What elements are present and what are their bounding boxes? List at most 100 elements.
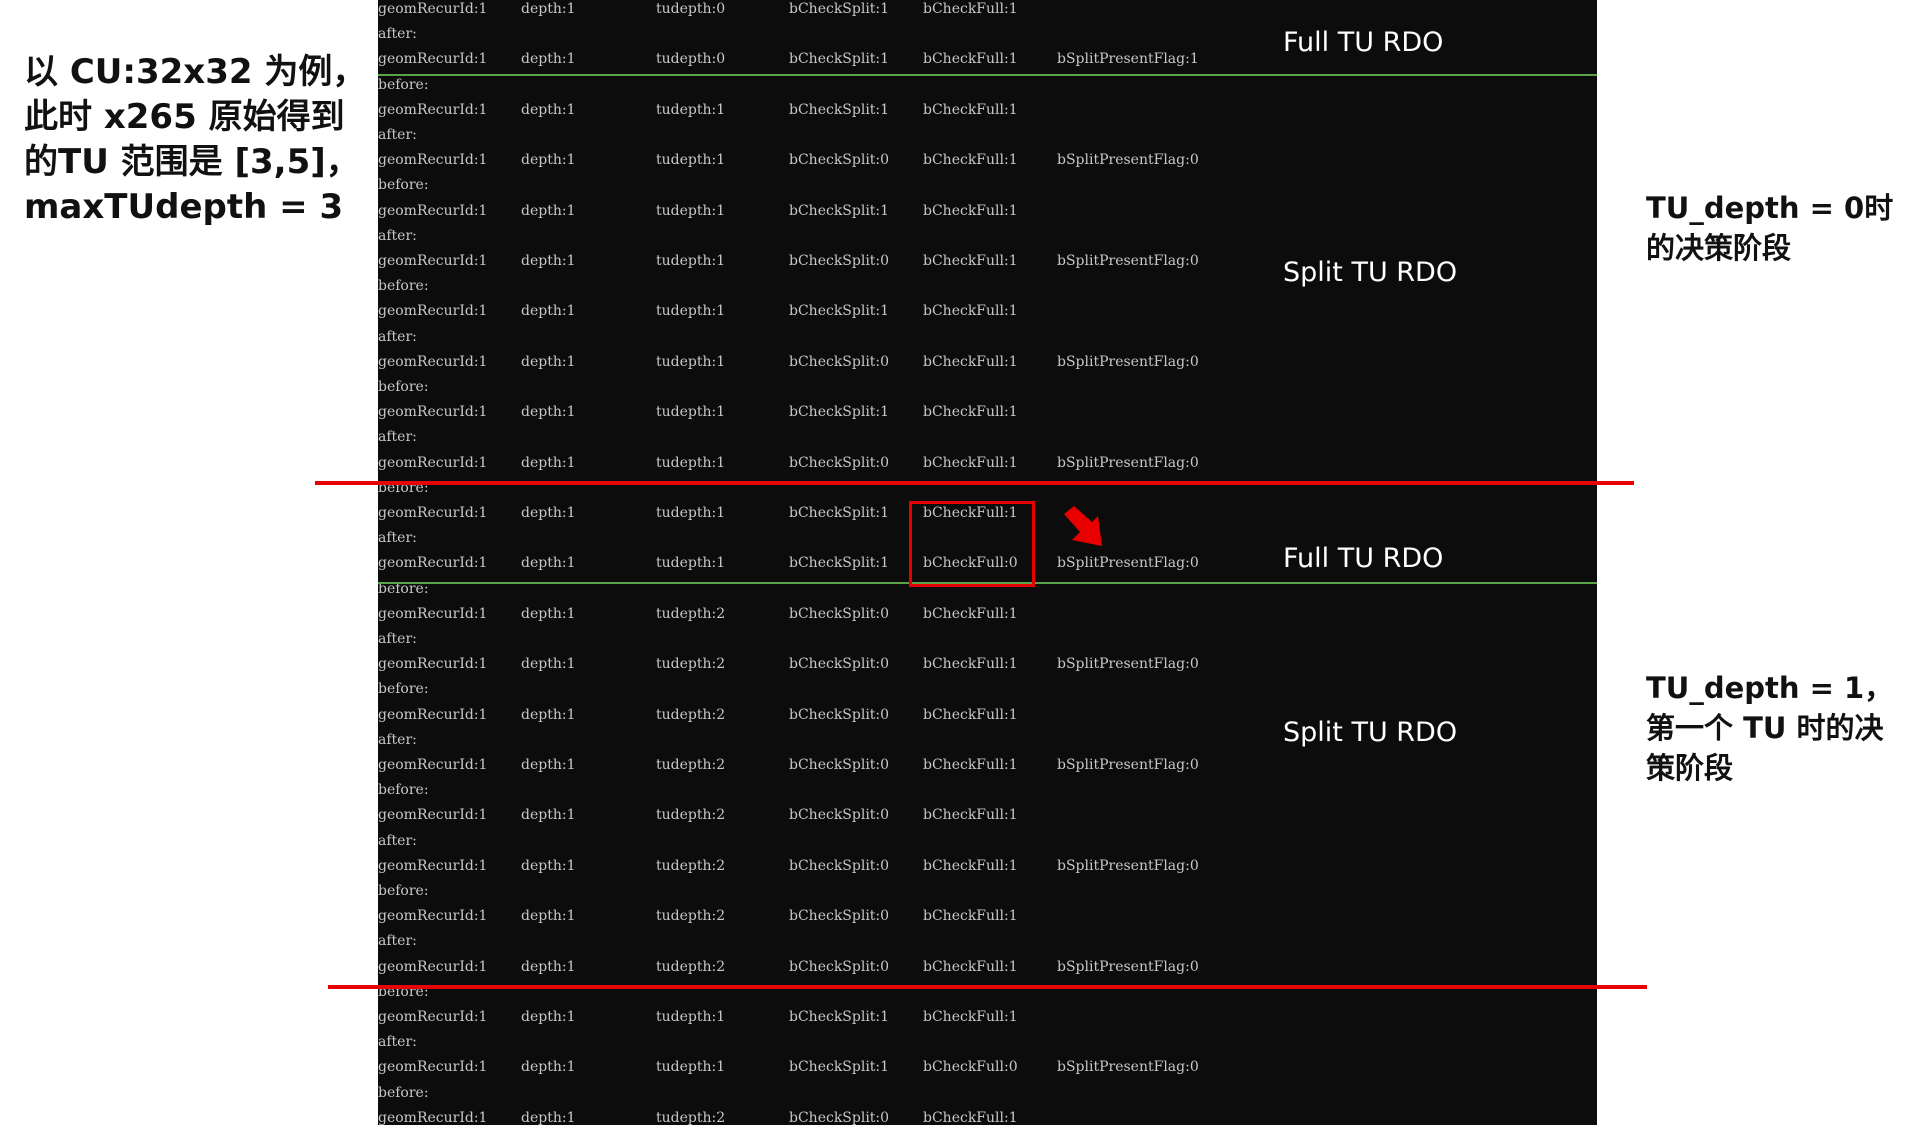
log-field-label: geomRecurId:1 bbox=[378, 303, 488, 320]
log-field-label: after: bbox=[378, 1034, 417, 1051]
log-field-label: geomRecurId:1 bbox=[378, 253, 488, 269]
log-field-full: bCheckFull:1 bbox=[923, 807, 1018, 824]
log-field-split: bCheckSplit:0 bbox=[789, 1109, 890, 1125]
log-field-tudepth: tudepth:2 bbox=[656, 857, 726, 874]
log-field-tudepth: tudepth:1 bbox=[656, 152, 726, 169]
bcheckfull-highlight-box bbox=[909, 501, 1035, 587]
log-field-flag: bSplitPresentFlag:0 bbox=[1057, 152, 1199, 169]
log-field-label: geomRecurId:1 bbox=[378, 51, 488, 68]
log-field-split: bCheckSplit:0 bbox=[789, 253, 890, 269]
log-field-tudepth: tudepth:2 bbox=[656, 757, 726, 773]
log-field-tudepth: tudepth:1 bbox=[656, 555, 726, 572]
log-field-depth: depth:1 bbox=[521, 101, 576, 118]
log-field-flag: bSplitPresentFlag:0 bbox=[1057, 555, 1199, 572]
log-field-label: geomRecurId:1 bbox=[378, 807, 488, 824]
log-field-label: geomRecurId:1 bbox=[378, 505, 488, 521]
log-field-tudepth: tudepth:1 bbox=[656, 404, 726, 421]
log-field-depth: depth:1 bbox=[521, 505, 576, 521]
log-field-label: after: bbox=[378, 933, 417, 950]
log-field-label: before: bbox=[378, 681, 429, 698]
log-field-split: bCheckSplit:1 bbox=[789, 1059, 890, 1076]
log-field-split: bCheckSplit:1 bbox=[789, 202, 890, 219]
log-field-label: after: bbox=[378, 429, 417, 446]
log-field-label: after: bbox=[378, 731, 417, 748]
log-field-label: before: bbox=[378, 1084, 429, 1101]
log-field-full: bCheckFull:1 bbox=[923, 404, 1018, 421]
log-field-depth: depth:1 bbox=[521, 303, 576, 320]
log-field-depth: depth:1 bbox=[521, 353, 576, 370]
log-field-full: bCheckFull:1 bbox=[923, 353, 1018, 370]
log-field-split: bCheckSplit:0 bbox=[789, 454, 890, 471]
stage-divider-bottom bbox=[328, 985, 1647, 989]
log-field-split: bCheckSplit:0 bbox=[789, 958, 890, 975]
log-field-full: bCheckFull:1 bbox=[923, 101, 1018, 118]
log-field-split: bCheckSplit:0 bbox=[789, 706, 890, 723]
log-field-label: after: bbox=[378, 328, 417, 345]
log-field-label: geomRecurId:1 bbox=[378, 757, 488, 773]
log-field-label: before: bbox=[378, 76, 429, 93]
log-field-full: bCheckFull:1 bbox=[923, 253, 1018, 269]
full-tu-rdo-label-2: Full TU RDO bbox=[1283, 543, 1444, 574]
log-field-label: after: bbox=[378, 26, 417, 43]
log-field-label: geomRecurId:1 bbox=[378, 202, 488, 219]
log-field-depth: depth:1 bbox=[521, 807, 576, 824]
log-field-depth: depth:1 bbox=[521, 51, 576, 68]
log-field-depth: depth:1 bbox=[521, 1109, 576, 1125]
log-field-depth: depth:1 bbox=[521, 253, 576, 269]
log-field-split: bCheckSplit:0 bbox=[789, 757, 890, 773]
log-field-split: bCheckSplit:0 bbox=[789, 857, 890, 874]
log-field-flag: bSplitPresentFlag:0 bbox=[1057, 1059, 1199, 1076]
log-field-label: geomRecurId:1 bbox=[378, 152, 488, 169]
log-field-depth: depth:1 bbox=[521, 555, 576, 572]
log-field-depth: depth:1 bbox=[521, 1, 576, 17]
log-field-label: geomRecurId:1 bbox=[378, 101, 488, 118]
log-field-flag: bSplitPresentFlag:0 bbox=[1057, 857, 1199, 874]
log-field-tudepth: tudepth:2 bbox=[656, 1109, 726, 1125]
log-field-full: bCheckFull:1 bbox=[923, 152, 1018, 169]
log-field-split: bCheckSplit:0 bbox=[789, 152, 890, 169]
log-field-split: bCheckSplit:0 bbox=[789, 908, 890, 925]
log-field-split: bCheckSplit:1 bbox=[789, 303, 890, 320]
log-field-depth: depth:1 bbox=[521, 706, 576, 723]
log-field-depth: depth:1 bbox=[521, 757, 576, 773]
stage-divider-top bbox=[315, 481, 1634, 485]
log-field-label: geomRecurId:1 bbox=[378, 555, 488, 572]
log-field-flag: bSplitPresentFlag:0 bbox=[1057, 757, 1199, 773]
log-field-flag: bSplitPresentFlag:0 bbox=[1057, 454, 1199, 471]
log-field-tudepth: tudepth:1 bbox=[656, 1059, 726, 1076]
log-field-tudepth: tudepth:1 bbox=[656, 101, 726, 118]
log-field-label: geomRecurId:1 bbox=[378, 958, 488, 975]
log-field-label: after: bbox=[378, 832, 417, 849]
log-field-depth: depth:1 bbox=[521, 958, 576, 975]
log-field-full: bCheckFull:0 bbox=[923, 1059, 1018, 1076]
full-tu-rdo-label-1: Full TU RDO bbox=[1283, 27, 1444, 58]
log-field-tudepth: tudepth:2 bbox=[656, 958, 726, 975]
log-field-label: geomRecurId:1 bbox=[378, 908, 488, 925]
split-tu-rdo-label-2: Split TU RDO bbox=[1283, 717, 1458, 748]
log-field-tudepth: tudepth:1 bbox=[656, 303, 726, 320]
log-field-label: geomRecurId:1 bbox=[378, 454, 488, 471]
note-tu-depth-1-stage: TU_depth = 1， 第一个 TU 时的决 策阶段 bbox=[1646, 671, 1894, 785]
log-field-split: bCheckSplit:1 bbox=[789, 51, 890, 68]
log-field-tudepth: tudepth:0 bbox=[656, 51, 726, 68]
log-field-label: before: bbox=[378, 278, 429, 295]
log-field-label: before: bbox=[378, 883, 429, 899]
log-field-tudepth: tudepth:1 bbox=[656, 454, 726, 471]
log-field-full: bCheckFull:1 bbox=[923, 51, 1018, 68]
log-field-tudepth: tudepth:2 bbox=[656, 807, 726, 824]
log-field-label: before: bbox=[378, 782, 429, 799]
log-field-depth: depth:1 bbox=[521, 404, 576, 421]
log-field-tudepth: tudepth:0 bbox=[656, 1, 726, 17]
log-field-full: bCheckFull:1 bbox=[923, 656, 1018, 673]
log-field-tudepth: tudepth:2 bbox=[656, 605, 726, 622]
log-field-full: bCheckFull:1 bbox=[923, 454, 1018, 471]
log-field-tudepth: tudepth:1 bbox=[656, 353, 726, 370]
log-field-tudepth: tudepth:1 bbox=[656, 1009, 726, 1025]
log-field-depth: depth:1 bbox=[521, 908, 576, 925]
log-field-depth: depth:1 bbox=[521, 1009, 576, 1025]
log-field-split: bCheckSplit:1 bbox=[789, 555, 890, 572]
log-field-depth: depth:1 bbox=[521, 656, 576, 673]
log-field-full: bCheckFull:1 bbox=[923, 908, 1018, 925]
split-tu-rdo-label-1: Split TU RDO bbox=[1283, 257, 1458, 288]
log-field-tudepth: tudepth:2 bbox=[656, 908, 726, 925]
